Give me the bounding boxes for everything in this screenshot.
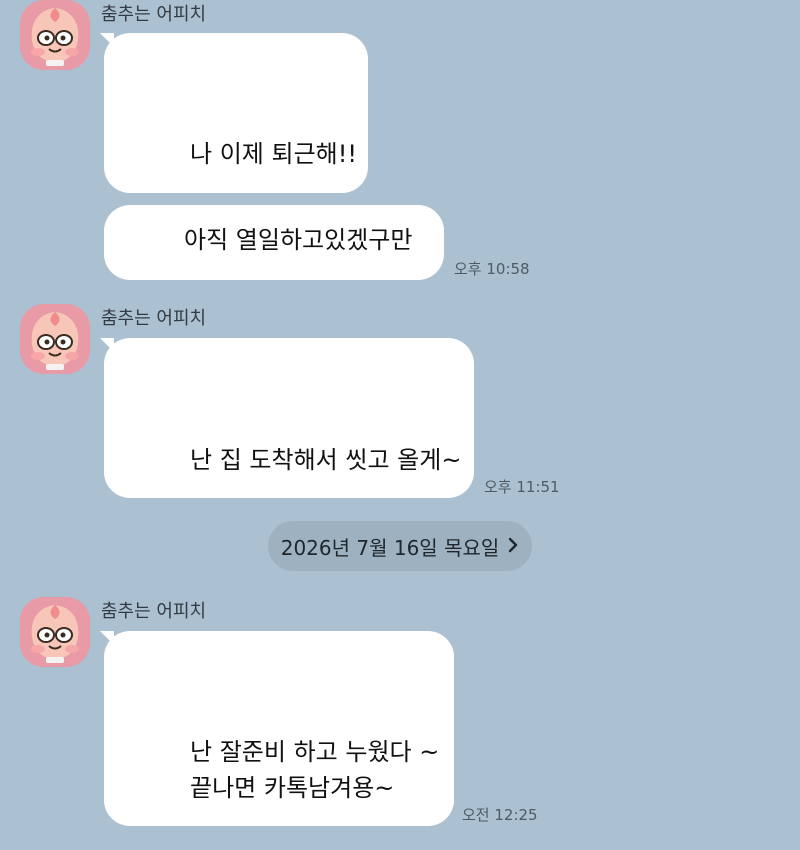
date-label: 2026년 7월 16일 목요일 (280, 535, 500, 560)
sender-avatar[interactable] (20, 597, 90, 667)
apeach-icon (20, 597, 90, 667)
sender-name: 춤추는 어피치 (101, 308, 207, 329)
sender-avatar[interactable] (20, 0, 90, 70)
apeach-icon (20, 0, 90, 70)
date-divider[interactable]: 2026년 7월 16일 목요일 (268, 521, 532, 571)
message-time: 오후 11:51 (484, 478, 560, 496)
sender-avatar[interactable] (20, 304, 90, 374)
apeach-icon (20, 304, 90, 374)
message-text: 나 이제 퇴근해!! (190, 140, 357, 168)
message-bubble[interactable]: 아직 열일하고있겠구만 (104, 205, 444, 280)
message-text: 아직 열일하고있겠구만 (184, 226, 413, 254)
message-time: 오후 10:58 (454, 260, 530, 278)
message-bubble[interactable]: 난 집 도착해서 씻고 올게~ (104, 338, 474, 498)
message-bubble[interactable]: 나 이제 퇴근해!! (104, 33, 368, 193)
message-line-2: 끝나면 카톡남겨용~ (190, 774, 395, 802)
chat-room: { "sender_name": "춤추는 어피치", "messages": … (0, 0, 800, 850)
sender-name: 춤추는 어피치 (101, 4, 207, 25)
chevron-right-icon (507, 536, 519, 556)
message-time: 오전 12:25 (462, 806, 538, 824)
message-text: 난 집 도착해서 씻고 올게~ (190, 446, 462, 474)
sender-name: 춤추는 어피치 (101, 601, 207, 622)
message-line-1: 난 잘준비 하고 누웠다 ~ (190, 738, 440, 766)
message-bubble[interactable]: 난 잘준비 하고 누웠다 ~ 끝나면 카톡남겨용~ (104, 631, 454, 826)
